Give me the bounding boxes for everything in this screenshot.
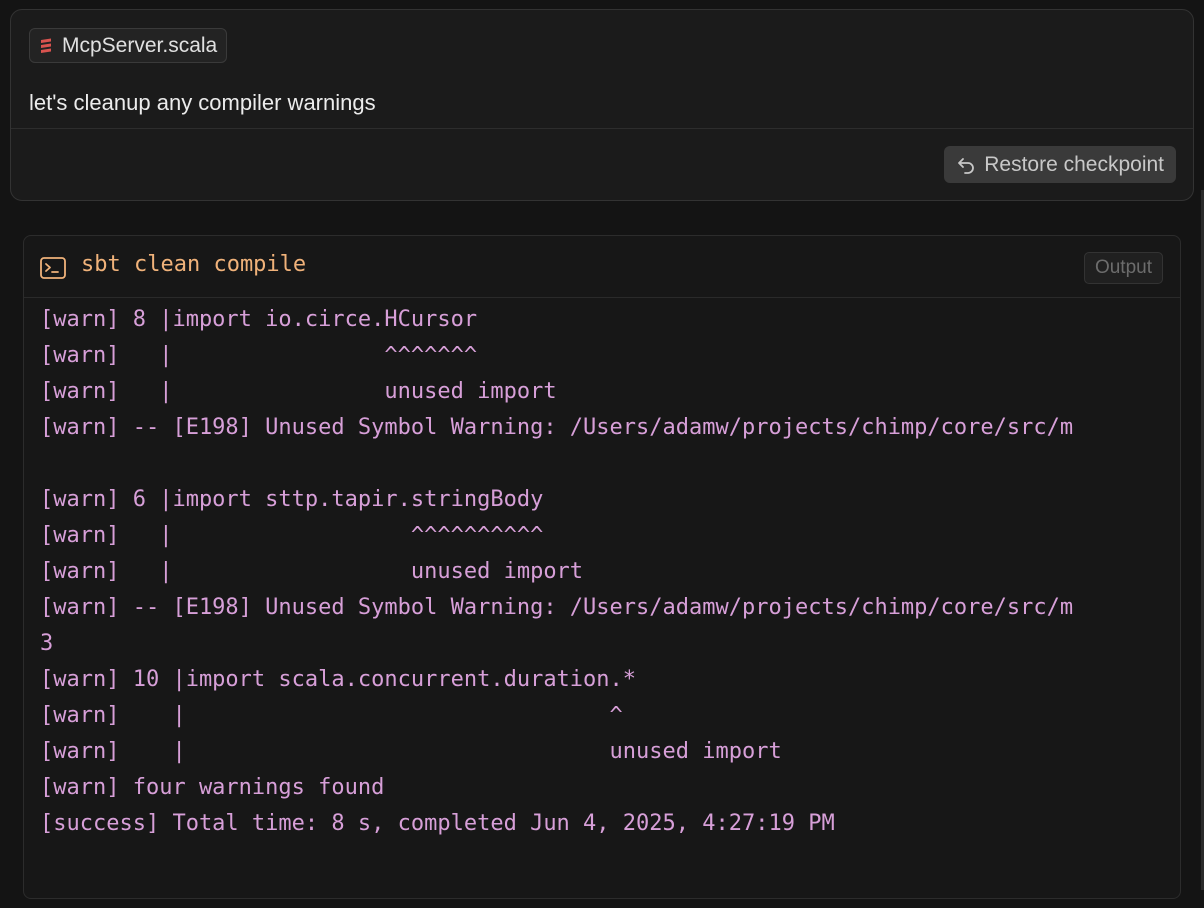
terminal-output-line: [warn] four warnings found [40,775,385,800]
terminal-output-line: [warn] -- [E198] Unused Symbol Warning: … [40,415,1074,440]
file-context-chip[interactable]: McpServer.scala [29,28,228,63]
user-prompt-text: let's cleanup any compiler warnings [29,90,376,115]
divider [11,128,1193,129]
terminal-output-line: [success] Total time: 8 s, completed Jun… [40,811,835,836]
terminal-header: sbt clean compile Output [24,236,1180,298]
terminal-command: sbt clean compile [81,252,307,277]
terminal-output-card: sbt clean compile Output [warn] 8 |impor… [23,235,1181,899]
terminal-output-line: [warn] | ^^^^^^^^^^ [40,523,544,548]
terminal-output-line: [warn] | ^ [40,703,623,728]
terminal-output-line: 3 [40,631,54,656]
restore-checkpoint-button[interactable]: Restore checkpoint [944,146,1176,183]
terminal-output-line: [warn] | unused import [40,739,782,764]
terminal-output-line: [warn] | ^^^^^^^ [40,343,478,368]
terminal-output-line: [warn] 10 |import scala.concurrent.durat… [40,667,637,692]
user-message-card: McpServer.scala let's cleanup any compil… [10,9,1194,201]
terminal-output-line: [warn] 8 |import io.circe.HCursor [40,307,478,332]
terminal-output-line: [warn] -- [E198] Unused Symbol Warning: … [40,595,1074,620]
terminal-output-text: [warn] 8 |import io.circe.HCursor [warn] … [40,302,1164,842]
output-badge[interactable]: Output [1083,252,1163,284]
undo-icon [958,157,975,174]
restore-checkpoint-label: Restore checkpoint [984,152,1164,176]
terminal-output-line: [warn] | unused import [40,559,584,584]
terminal-output-line: [warn] | unused import [40,379,557,404]
file-chip-label: McpServer.scala [62,33,218,57]
scala-file-icon [41,38,51,53]
terminal-icon [40,257,66,279]
terminal-output-line: [warn] 6 |import sttp.tapir.stringBody [40,487,544,512]
